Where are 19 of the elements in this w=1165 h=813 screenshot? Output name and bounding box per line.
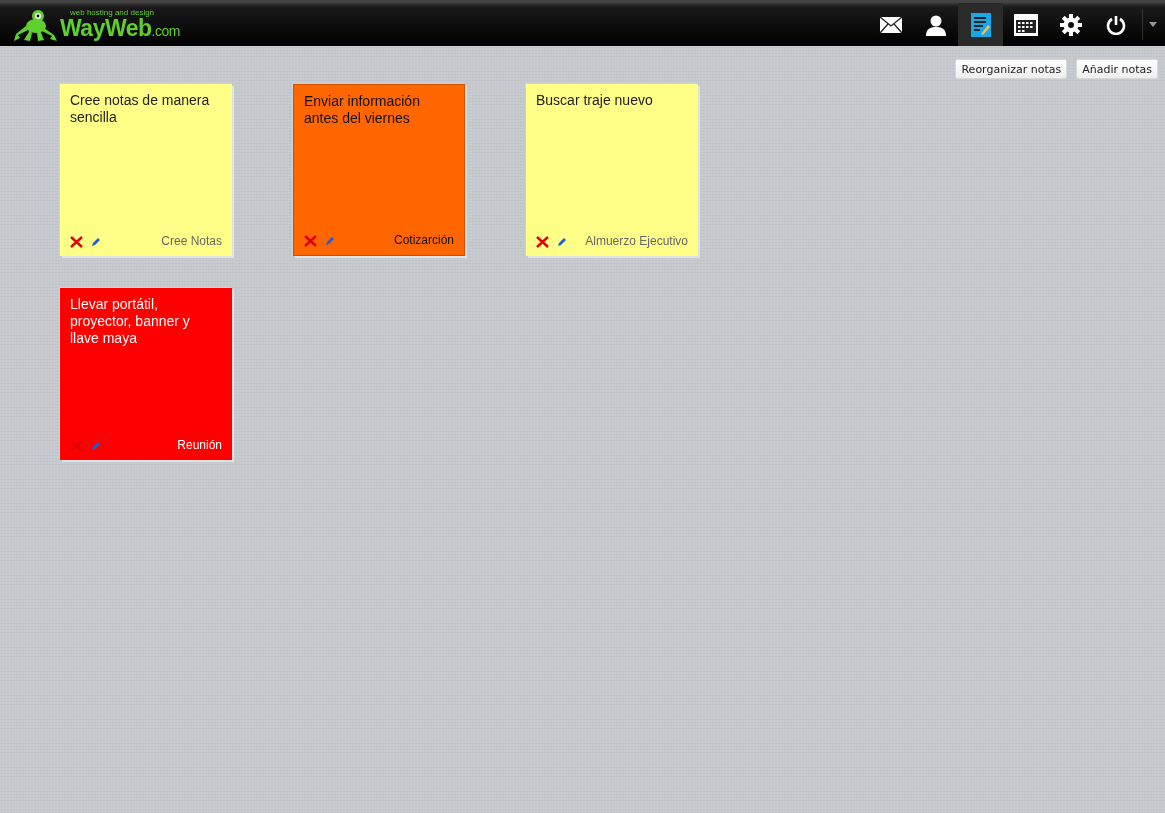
logo-wordmark: WayWeb.com — [60, 17, 180, 40]
note-category: Cotizarción — [393, 232, 454, 249]
pencil-icon[interactable] — [557, 236, 567, 247]
note-category: Cree Notas — [161, 233, 222, 250]
note-text: Cree notas de manera sencilla — [70, 92, 211, 126]
caret-icon[interactable] — [1149, 22, 1157, 27]
notepad-pencil-icon[interactable] — [958, 3, 1003, 46]
note-category: Almuerzo Ejecutivo — [585, 233, 688, 250]
note-category: Reunión — [177, 437, 222, 454]
reorganize-notes-button[interactable]: Reorganizar notas — [955, 59, 1068, 79]
note-text: Buscar traje nuevo — [536, 92, 654, 109]
delete-icon[interactable] — [536, 235, 549, 248]
delete-icon[interactable] — [70, 235, 83, 248]
logo-tagline: web hosting and design — [70, 9, 156, 17]
note-text: Llevar portátil, proyector, banner y llave maya — [70, 296, 191, 347]
frog-logo-icon — [12, 7, 58, 42]
add-notes-button[interactable]: Añadir notas — [1076, 59, 1158, 79]
pencil-icon[interactable] — [91, 236, 101, 247]
note-text: Enviar información antes del viernes — [304, 93, 421, 127]
